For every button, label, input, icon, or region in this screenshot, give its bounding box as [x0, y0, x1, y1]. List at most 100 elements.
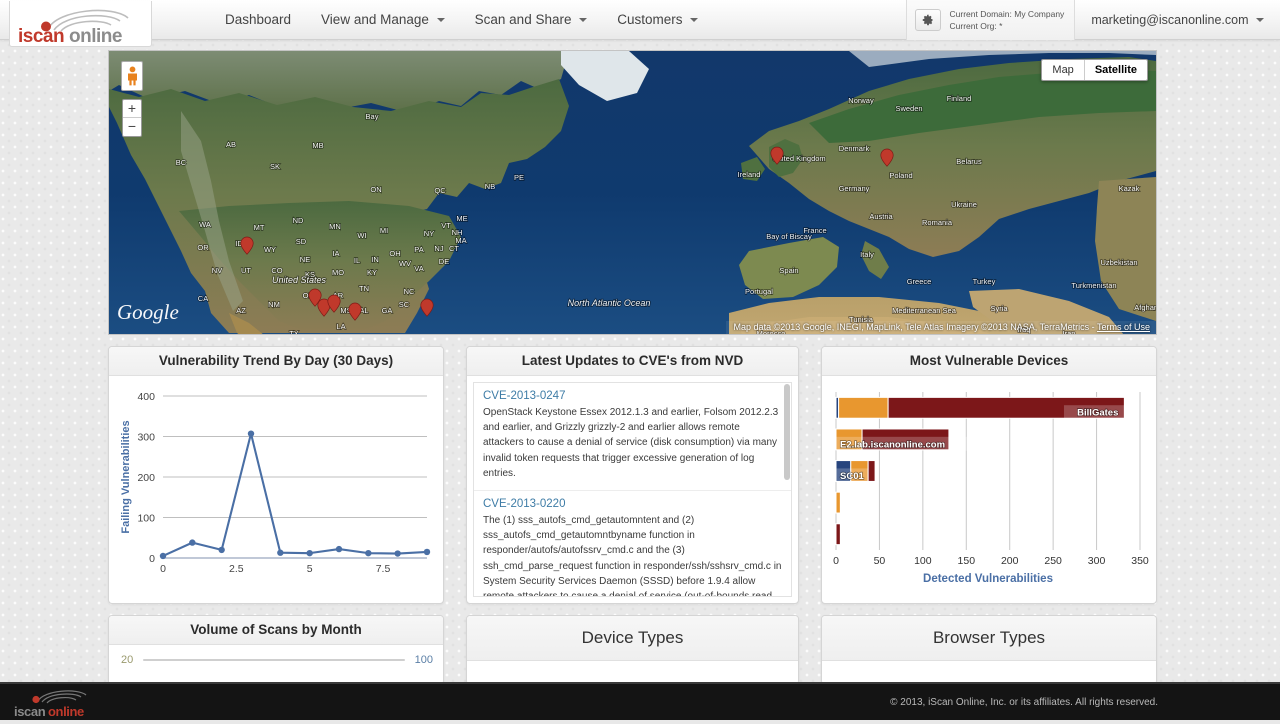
svg-text:7.5: 7.5 [376, 563, 391, 575]
panel-body: 0 50 100 150 200 250 300 350 BillGates E2.lab.isc… [822, 376, 1156, 603]
slider-max-label: 100 [415, 654, 433, 666]
svg-text:SC01: SC01 [840, 471, 864, 482]
nav-right-group: Current Domain: My Company Current Org: … [906, 0, 1280, 39]
svg-text:300: 300 [137, 432, 155, 444]
cve-list[interactable]: CVE-2013-0247 OpenStack Keystone Essex 2… [473, 382, 792, 597]
pegman-icon [126, 66, 139, 86]
bar-chart-svg: 0 50 100 150 200 250 300 350 BillGates E2.lab.isc… [828, 382, 1150, 594]
footer-copyright: © 2013, iScan Online, Inc. or its affili… [890, 697, 1158, 708]
svg-text:online: online [48, 704, 84, 719]
svg-text:350: 350 [1131, 555, 1149, 567]
panel-device-types: Device Types [466, 615, 799, 685]
panel-body: CVE-2013-0247 OpenStack Keystone Essex 2… [467, 376, 798, 603]
svg-text:150: 150 [958, 555, 976, 567]
panel-title: Most Vulnerable Devices [822, 347, 1156, 376]
user-email-label: marketing@iscanonline.com [1091, 13, 1248, 27]
cve-id-link[interactable]: CVE-2013-0247 [483, 390, 782, 402]
nav-link-label: Dashboard [225, 12, 291, 27]
nav-link-label: Scan and Share [475, 12, 572, 27]
chevron-down-icon [690, 18, 698, 22]
pegman-streetview-control[interactable] [121, 61, 143, 91]
map-terms-of-use-link[interactable]: Terms of Use [1097, 322, 1150, 332]
top-navbar: iscan online Dashboard View and Manage S… [0, 0, 1280, 40]
current-org-label: Current Org: * [950, 20, 1065, 32]
nav-link-dashboard[interactable]: Dashboard [210, 0, 306, 40]
panel-most-vulnerable-devices: Most Vulnerable Devices 0 50 100 150 200 250 3… [821, 346, 1157, 604]
map-attribution: Map data ©2013 Google, INEGI, MapLink, T… [726, 321, 1156, 334]
nav-link-view-and-manage[interactable]: View and Manage [306, 0, 460, 40]
svg-text:100: 100 [914, 555, 932, 567]
google-logo: Google [117, 299, 195, 330]
settings-gear-button[interactable] [915, 9, 941, 31]
svg-text:2.5: 2.5 [229, 563, 244, 575]
map-type-map-button[interactable]: Map [1042, 60, 1083, 80]
svg-text:BillGates: BillGates [1077, 408, 1118, 419]
most-vulnerable-devices-chart[interactable]: 0 50 100 150 200 250 300 350 BillGates E2.lab.isc… [828, 382, 1150, 597]
line-chart-svg: 010020030040002.557.5Failing Vulnerabili… [115, 382, 437, 594]
logo-iscanonline[interactable]: iscan online [9, 1, 152, 47]
nav-links: Dashboard View and Manage Scan and Share… [210, 0, 713, 39]
cve-description: OpenStack Keystone Essex 2012.1.3 and ea… [483, 405, 782, 481]
panel-browser-types: Browser Types [821, 615, 1157, 685]
svg-text:Detected Vulnerabilities: Detected Vulnerabilities [923, 573, 1053, 585]
panel-title: Vulnerability Trend By Day (30 Days) [109, 347, 443, 376]
panel-latest-cve-updates: Latest Updates to CVE's from NVD CVE-201… [466, 346, 799, 604]
panel-title: Volume of Scans by Month [109, 616, 443, 645]
svg-text:200: 200 [137, 472, 155, 484]
nav-link-customers[interactable]: Customers [602, 0, 713, 40]
user-account-menu[interactable]: marketing@iscanonline.com [1075, 0, 1270, 40]
google-wordmark-icon: Google [117, 299, 195, 325]
map-type-satellite-button[interactable]: Satellite [1084, 60, 1147, 80]
svg-text:250: 250 [1044, 555, 1062, 567]
svg-text:5: 5 [307, 563, 313, 575]
svg-text:online: online [69, 26, 122, 47]
dashboard-row-2: Volume of Scans by Month 20 100 Device T… [108, 615, 1157, 685]
svg-text:iscan: iscan [14, 704, 46, 719]
volume-range-slider[interactable]: 20 100 [109, 645, 443, 678]
current-domain-box: Current Domain: My Company Current Org: … [906, 0, 1076, 40]
svg-text:0: 0 [160, 563, 166, 575]
nav-link-scan-and-share[interactable]: Scan and Share [460, 0, 603, 40]
footer-logo[interactable]: iscan online [10, 687, 120, 717]
chevron-down-icon [1256, 18, 1264, 22]
map-canvas[interactable] [109, 51, 1156, 334]
panel-title: Latest Updates to CVE's from NVD [467, 347, 798, 376]
cve-id-link[interactable]: CVE-2013-0220 [483, 498, 782, 510]
panel-title: Browser Types [822, 616, 1156, 661]
nav-link-label: Customers [617, 12, 682, 27]
zoom-in-button[interactable]: + [123, 100, 141, 118]
panel-volume-of-scans: Volume of Scans by Month 20 100 [108, 615, 444, 685]
current-domain-label: Current Domain: My Company [950, 8, 1065, 20]
logo-mark: iscan online [10, 1, 151, 47]
chevron-down-icon [579, 18, 587, 22]
cve-list-scrollbar[interactable] [784, 384, 790, 480]
vulnerability-trend-chart[interactable]: 010020030040002.557.5Failing Vulnerabili… [115, 382, 437, 597]
panel-vulnerability-trend: Vulnerability Trend By Day (30 Days) 0 10… [108, 346, 444, 604]
panel-title: Device Types [467, 616, 798, 661]
cve-description: The (1) sss_autofs_cmd_getautomntent and… [483, 513, 782, 597]
svg-text:50: 50 [874, 555, 886, 567]
zoom-out-button[interactable]: − [123, 118, 141, 136]
slider-track[interactable] [143, 659, 404, 661]
page-footer: iscan online © 2013, iScan Online, Inc. … [0, 682, 1280, 720]
domain-org-text: Current Domain: My Company Current Org: … [950, 8, 1065, 32]
map-attribution-text: Map data ©2013 Google, INEGI, MapLink, T… [734, 322, 1097, 332]
chevron-down-icon [437, 18, 445, 22]
svg-text:300: 300 [1088, 555, 1106, 567]
list-item[interactable]: CVE-2013-0247 OpenStack Keystone Essex 2… [474, 383, 791, 491]
gear-icon [922, 14, 934, 26]
svg-text:0: 0 [833, 555, 839, 567]
map-type-toggle[interactable]: Map Satellite [1041, 59, 1148, 81]
footer-logo-mark: iscan online [10, 687, 120, 719]
panel-body: 010020030040002.557.5Failing Vulnerabili… [109, 376, 443, 603]
dashboard-row-1: Vulnerability Trend By Day (30 Days) 0 10… [108, 346, 1157, 604]
map-zoom-controls[interactable]: + − [122, 99, 142, 137]
nav-link-label: View and Manage [321, 12, 429, 27]
slider-min-label: 20 [121, 654, 133, 666]
svg-text:200: 200 [1001, 555, 1019, 567]
svg-text:Failing Vulnerabilities: Failing Vulnerabilities [120, 420, 132, 533]
svg-text:E2.lab.iscanonline.com: E2.lab.iscanonline.com [840, 439, 945, 450]
list-item[interactable]: CVE-2013-0220 The (1) sss_autofs_cmd_get… [474, 491, 791, 597]
svg-text:100: 100 [137, 513, 155, 525]
world-map[interactable]: + − Map Satellite Google Map data ©2013 … [108, 50, 1157, 335]
